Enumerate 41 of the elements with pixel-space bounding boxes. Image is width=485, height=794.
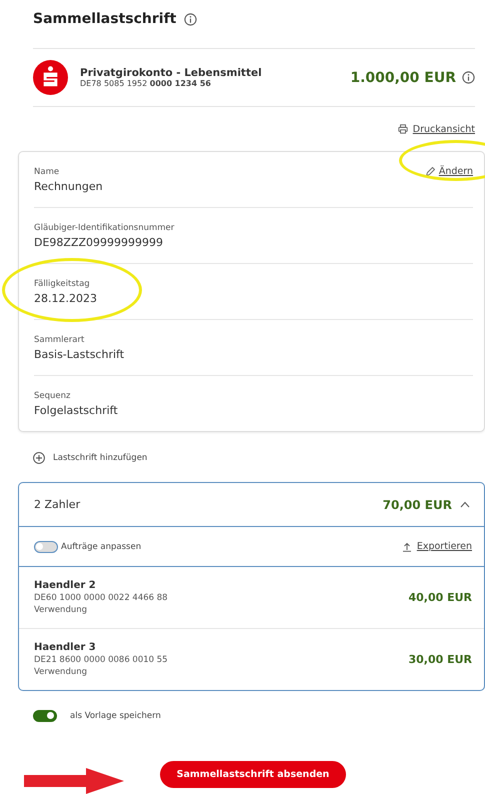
payer-amount: 40,00 EUR (408, 591, 472, 604)
upload-icon[interactable] (402, 542, 412, 552)
edit-link[interactable]: Ändern (438, 166, 473, 177)
account-balance: 1.000,00 EUR (350, 70, 456, 86)
info-icon[interactable] (184, 12, 198, 26)
field-label: Fälligkeitstag (34, 278, 90, 288)
payers-title: 2 Zahler (34, 498, 82, 511)
info-icon[interactable] (462, 71, 475, 84)
field-value: 28.12.2023 (34, 292, 97, 304)
account-name: Privatgirokonto - Lebensmittel (80, 67, 263, 79)
payer-iban: DE60 1000 0000 0022 4466 88 (34, 593, 169, 603)
field-value: Basis-Lastschrift (34, 348, 124, 360)
add-debit-link[interactable]: Lastschrift hinzufügen (53, 453, 148, 463)
add-icon[interactable] (33, 452, 45, 464)
account-iban: DE78 5085 1952 0000 1234 56 (80, 79, 212, 88)
pencil-icon[interactable] (424, 166, 435, 176)
submit-button[interactable]: Sammellastschrift absenden (160, 761, 346, 788)
payer-iban: DE21 8600 0000 0086 0010 55 (34, 655, 169, 665)
caret-icon[interactable] (460, 501, 470, 508)
print-link[interactable]: Druckansicht (412, 124, 475, 134)
toggle-label: Aufträge anpassen (61, 542, 142, 552)
payer-name: Haendler 2 (34, 580, 97, 591)
page-title: Sammellastschrift (33, 11, 176, 27)
payer-name: Haendler 3 (34, 642, 97, 653)
printer-icon[interactable] (398, 124, 408, 134)
field-value: Folgelastschrift (34, 404, 118, 416)
field-label: Sequenz (34, 390, 70, 400)
payer-purpose: Verwendung (34, 667, 88, 677)
toggle-switch[interactable] (34, 540, 58, 552)
field-value: Rechnungen (34, 180, 103, 192)
payer-amount: 30,00 EUR (408, 653, 472, 666)
export-link[interactable]: Exportieren (416, 541, 472, 552)
toggle-switch[interactable] (33, 710, 57, 722)
field-label: Sammlerart (34, 334, 84, 344)
toggle-label: als Vorlage speichern (70, 711, 161, 721)
payer-purpose: Verwendung (34, 605, 88, 615)
field-label: Name (34, 166, 60, 176)
field-label: Gläubiger-Identifikationsnummer (34, 222, 174, 232)
field-value: DE98ZZZ09999999999 (34, 236, 164, 248)
payers-total: 70,00 EUR (382, 498, 452, 512)
bank-logo-icon (33, 60, 68, 95)
